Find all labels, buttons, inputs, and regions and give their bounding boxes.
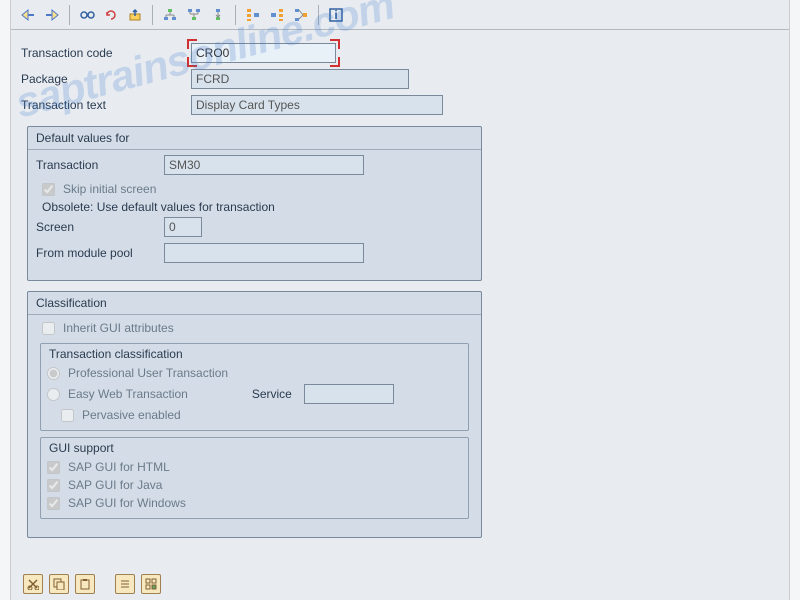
transaction-text-input bbox=[191, 95, 443, 115]
spacer bbox=[101, 574, 109, 594]
forward-button[interactable] bbox=[41, 4, 63, 26]
package-input bbox=[191, 69, 409, 89]
module-pool-input bbox=[164, 243, 364, 263]
transaction-code-input[interactable] bbox=[191, 43, 336, 63]
module-pool-label: From module pool bbox=[36, 246, 164, 260]
transaction-classification-title: Transaction classification bbox=[41, 344, 468, 364]
gui-java-checkbox bbox=[47, 479, 60, 492]
separator bbox=[235, 5, 236, 25]
gui-html-label: SAP GUI for HTML bbox=[68, 460, 170, 474]
separator bbox=[318, 5, 319, 25]
cut-button[interactable] bbox=[23, 574, 43, 594]
gui-html-checkbox bbox=[47, 461, 60, 474]
tree-level-button[interactable] bbox=[290, 4, 312, 26]
pervasive-checkbox bbox=[61, 409, 74, 422]
back-button[interactable] bbox=[17, 4, 39, 26]
paste-button[interactable] bbox=[75, 574, 95, 594]
professional-radio bbox=[47, 367, 60, 380]
easy-web-radio bbox=[47, 388, 60, 401]
gui-support-subgroup: GUI support SAP GUI for HTML SAP GUI for… bbox=[40, 437, 469, 519]
pervasive-label: Pervasive enabled bbox=[82, 408, 181, 422]
highlight-corner bbox=[330, 39, 340, 49]
transaction-label: Transaction bbox=[36, 158, 164, 172]
hierarchy-up-button[interactable] bbox=[159, 4, 181, 26]
service-input bbox=[304, 384, 394, 404]
professional-label: Professional User Transaction bbox=[68, 366, 228, 380]
hierarchy-down-button[interactable] bbox=[207, 4, 229, 26]
main-panel: i Transaction code Package Transaction t… bbox=[10, 0, 790, 600]
list-button[interactable] bbox=[115, 574, 135, 594]
gui-windows-label: SAP GUI for Windows bbox=[68, 496, 186, 510]
classification-group: Classification Inherit GUI attributes Tr… bbox=[27, 291, 482, 538]
tree-expand-button[interactable] bbox=[266, 4, 288, 26]
copy-button[interactable] bbox=[49, 574, 69, 594]
display-button[interactable] bbox=[76, 4, 98, 26]
refresh-button[interactable] bbox=[100, 4, 122, 26]
tree-collapse-button[interactable] bbox=[242, 4, 264, 26]
separator bbox=[69, 5, 70, 25]
inherit-gui-checkbox bbox=[42, 322, 55, 335]
info-button[interactable]: i bbox=[325, 4, 347, 26]
default-values-group: Default values for Transaction Skip init… bbox=[27, 126, 482, 281]
hierarchy-level-button[interactable] bbox=[183, 4, 205, 26]
classification-title: Classification bbox=[28, 292, 481, 315]
bottom-toolbar bbox=[23, 574, 161, 594]
screen-label: Screen bbox=[36, 220, 164, 234]
toolbar: i bbox=[11, 0, 789, 30]
export-button[interactable] bbox=[124, 4, 146, 26]
separator bbox=[152, 5, 153, 25]
svg-text:i: i bbox=[334, 8, 337, 22]
skip-initial-checkbox bbox=[42, 183, 55, 196]
package-label: Package bbox=[21, 72, 191, 86]
highlight-corner bbox=[187, 57, 197, 67]
obsolete-text: Obsolete: Use default values for transac… bbox=[36, 198, 473, 216]
highlight-corner bbox=[187, 39, 197, 49]
easy-web-label: Easy Web Transaction bbox=[68, 387, 188, 401]
gui-windows-checkbox bbox=[47, 497, 60, 510]
form-area: Transaction code Package Transaction tex… bbox=[11, 30, 789, 554]
skip-initial-label: Skip initial screen bbox=[63, 182, 156, 196]
gui-java-label: SAP GUI for Java bbox=[68, 478, 162, 492]
transaction-text-label: Transaction text bbox=[21, 98, 191, 112]
default-values-title: Default values for bbox=[28, 127, 481, 150]
service-label: Service bbox=[252, 387, 292, 401]
transaction-input bbox=[164, 155, 364, 175]
screen-input bbox=[164, 217, 202, 237]
gui-support-title: GUI support bbox=[41, 438, 468, 458]
transaction-code-label: Transaction code bbox=[21, 46, 191, 60]
highlight-corner bbox=[330, 57, 340, 67]
grid-button[interactable] bbox=[141, 574, 161, 594]
inherit-gui-label: Inherit GUI attributes bbox=[63, 321, 174, 335]
transaction-classification-subgroup: Transaction classification Professional … bbox=[40, 343, 469, 431]
